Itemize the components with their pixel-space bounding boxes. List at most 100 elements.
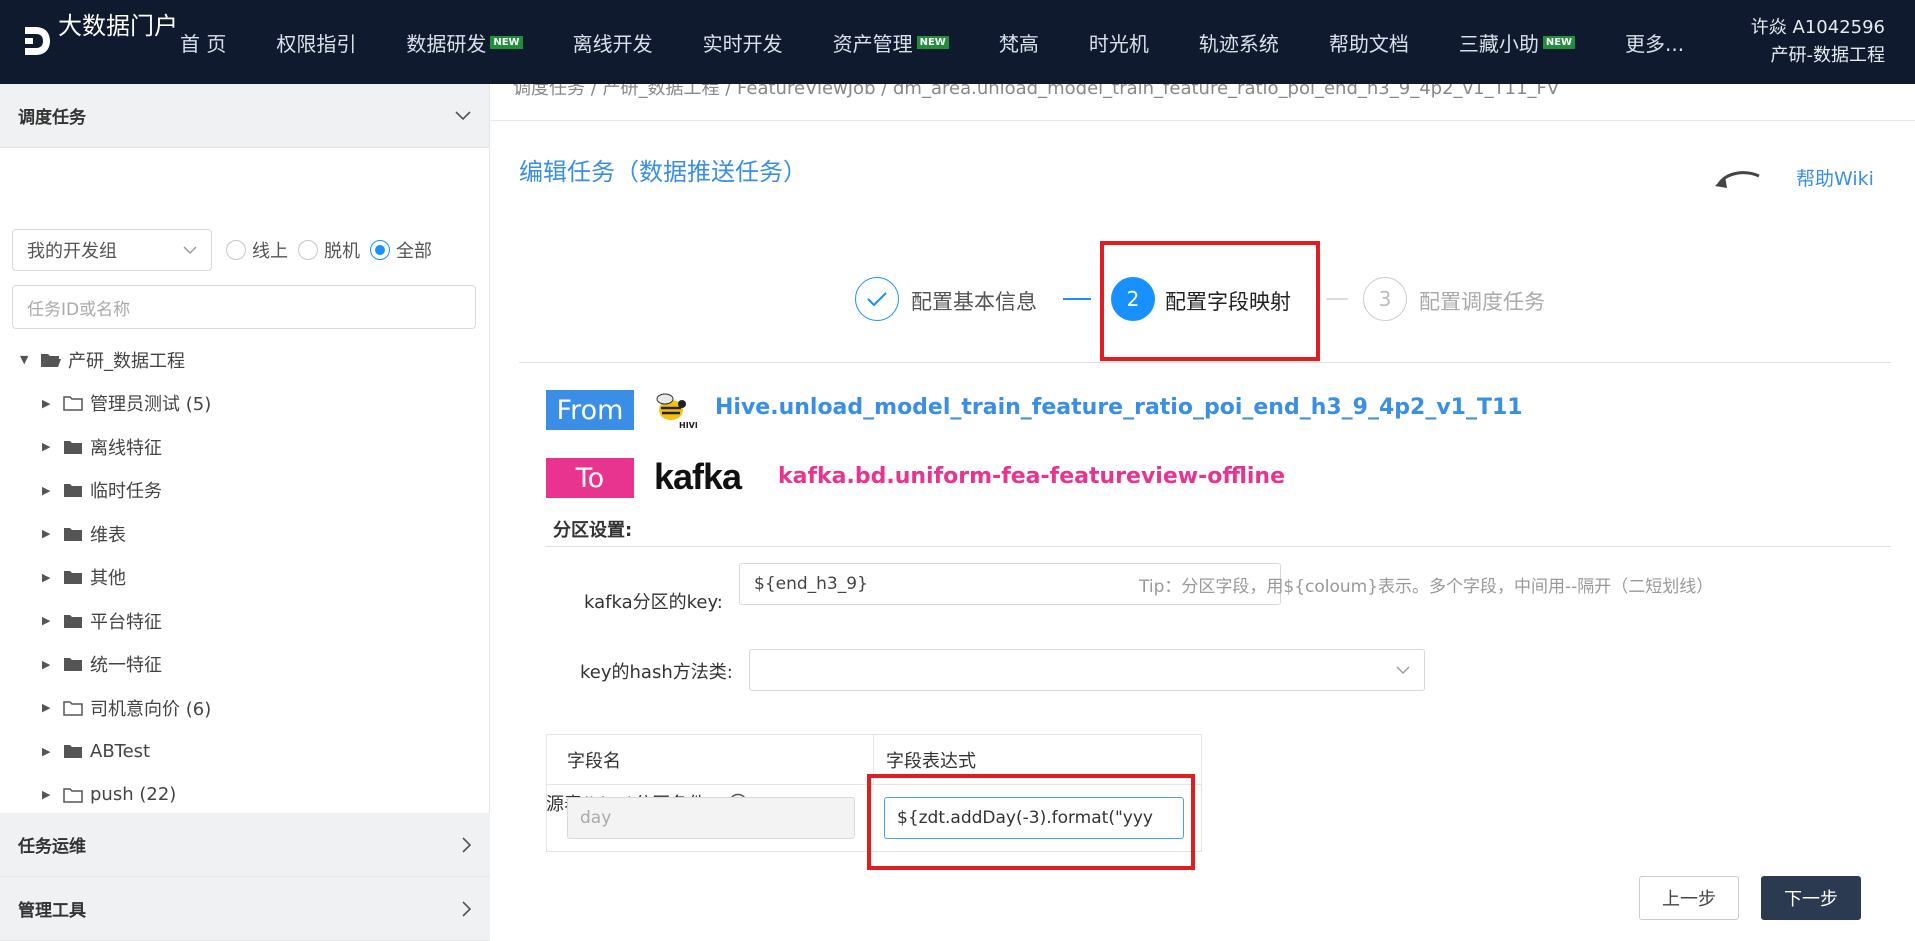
to-badge: To	[546, 458, 634, 498]
step-1-done-icon	[855, 277, 899, 321]
step-connector	[1326, 298, 1348, 300]
tree-item[interactable]: ▶ ABTest	[0, 730, 489, 774]
tree-item-label: ABTest	[90, 740, 151, 762]
caret-right-icon[interactable]: ▶	[42, 658, 56, 671]
next-step-button[interactable]: 下一步	[1761, 876, 1861, 920]
radio-offline[interactable]: 脱机	[298, 237, 360, 263]
tree-item[interactable]: ▶ 临时任务	[0, 469, 489, 513]
group-select[interactable]: 我的开发组	[12, 229, 212, 271]
nav-data-dev[interactable]: 数据研发 NEW	[406, 28, 523, 57]
hive-bee-logo: HIVE	[656, 393, 697, 430]
tree-item-label: 其他	[90, 568, 126, 590]
step-1-label: 配置基本信息	[911, 290, 1037, 314]
nav-fangao[interactable]: 梵高	[999, 28, 1039, 57]
from-badge: From	[546, 390, 634, 430]
tree-item-label: 临时任务	[90, 481, 162, 503]
tree-item[interactable]: ▶ push (22)	[0, 773, 489, 813]
caret-right-icon[interactable]: ▶	[42, 614, 56, 627]
main-nav: 首 页 权限指引 数据研发 NEW 离线开发 实时开发 资产管理 NEW 梵高 时光…	[180, 0, 1734, 84]
radio-all[interactable]: 全部	[370, 237, 432, 263]
nav-realtime-dev[interactable]: 实时开发	[703, 28, 783, 57]
column-header-field-name: 字段名	[547, 735, 874, 785]
tree-item[interactable]: ▶ 平台特征	[0, 599, 489, 643]
chevron-down-icon	[455, 110, 471, 120]
prev-step-button[interactable]: 上一步	[1639, 876, 1739, 920]
panel-header-mgmt-tools[interactable]: 管理工具	[0, 877, 490, 941]
task-tree: ▼ 产研_数据工程 ▶ 管理员测试 (5) ▶ 离线特征 ▶ 临时任务 ▶ 维表 ▶ 其他 ▶ 平台特…	[0, 338, 489, 813]
tree-item[interactable]: ▶ 其他	[0, 556, 489, 600]
folder-outline-icon	[63, 788, 83, 803]
caret-right-icon[interactable]: ▶	[42, 701, 56, 714]
logo-icon	[25, 27, 50, 55]
partition-section-title: 分区设置:	[553, 520, 633, 541]
tree-item-label: 离线特征	[90, 437, 162, 459]
divider	[519, 362, 1891, 363]
nav-time-machine[interactable]: 时光机	[1089, 28, 1149, 57]
radio-button[interactable]	[226, 240, 246, 260]
tree-item[interactable]: ▶ 统一特征	[0, 643, 489, 687]
task-search-input[interactable]: 任务ID或名称	[12, 285, 476, 329]
caret-down-icon[interactable]: ▼	[20, 353, 34, 366]
step-3-label: 配置调度任务	[1419, 290, 1545, 314]
folder-icon	[64, 745, 82, 759]
sidebar: 调度任务 我的开发组 线上 脱机 全部 任务ID或名称 ▼ 产研_数据工程 ▶ 管…	[0, 84, 490, 941]
radio-button-checked[interactable]	[370, 240, 390, 260]
nav-offline-dev[interactable]: 离线开发	[573, 28, 653, 57]
tree-item[interactable]: ▶ 司机意向价 (6)	[0, 686, 489, 730]
tree-root[interactable]: ▼ 产研_数据工程	[0, 338, 489, 382]
chevron-right-icon	[462, 900, 472, 917]
caret-right-icon[interactable]: ▶	[42, 527, 56, 540]
hash-method-label: key的hash方法类:	[580, 662, 733, 683]
caret-right-icon[interactable]: ▶	[42, 745, 56, 758]
user-info[interactable]: 许焱 A1042596 产研-数据工程	[1751, 14, 1885, 70]
target-topic-name[interactable]: kafka.bd.uniform-fea-featureview-offline	[778, 464, 1285, 489]
tree-item[interactable]: ▶ 离线特征	[0, 425, 489, 469]
source-table-name[interactable]: Hive.unload_model_train_feature_ratio_po…	[715, 395, 1523, 420]
radio-button[interactable]	[298, 240, 318, 260]
caret-right-icon[interactable]: ▶	[42, 440, 56, 453]
tree-item-label: 统一特征	[90, 655, 162, 677]
caret-right-icon[interactable]: ▶	[42, 397, 56, 410]
check-icon	[867, 292, 887, 307]
radio-online[interactable]: 线上	[226, 237, 288, 263]
tree-item[interactable]: ▶ 管理员测试 (5)	[0, 382, 489, 426]
nav-help-docs[interactable]: 帮助文档	[1329, 28, 1409, 57]
highlight-box-expression	[867, 774, 1195, 870]
tree-item-label: 司机意向价 (6)	[90, 698, 212, 720]
tree-children: ▶ 管理员测试 (5) ▶ 离线特征 ▶ 临时任务 ▶ 维表 ▶ 其他 ▶ 平台特征 ▶ 统一特征 ▶ 司机意…	[0, 382, 489, 814]
nav-home[interactable]: 首 页	[180, 28, 226, 57]
panel-header-task-ops[interactable]: 任务运维	[0, 813, 490, 877]
caret-right-icon[interactable]: ▶	[42, 484, 56, 497]
panel-header-schedule-tasks[interactable]: 调度任务	[0, 84, 489, 148]
nav-assistant[interactable]: 三藏小助 NEW	[1459, 28, 1576, 57]
folder-icon	[64, 484, 82, 498]
folder-icon	[64, 440, 82, 454]
folder-icon	[64, 658, 82, 672]
folder-icon	[64, 571, 82, 585]
app-name: 大数据门户	[58, 12, 178, 40]
folder-open-icon	[41, 353, 61, 367]
tree-item-label: 管理员测试 (5)	[90, 394, 212, 416]
nav-trajectory[interactable]: 轨迹系统	[1199, 28, 1279, 57]
kafka-key-label: kafka分区的key:	[584, 592, 723, 613]
help-wiki-link[interactable]: 帮助Wiki	[1796, 164, 1874, 191]
tree-item[interactable]: ▶ 维表	[0, 512, 489, 556]
nav-permission-guide[interactable]: 权限指引	[276, 28, 356, 57]
caret-right-icon[interactable]: ▶	[42, 571, 56, 584]
breadcrumb[interactable]: 调度任务 / 产研_数据工程 / FeatureViewJob / dm_are…	[513, 84, 1913, 120]
hash-method-select[interactable]	[749, 649, 1425, 691]
tree-item-label: push (22)	[90, 784, 177, 806]
nav-more[interactable]: 更多...	[1625, 28, 1684, 57]
caret-right-icon[interactable]: ▶	[42, 788, 56, 801]
divider	[546, 546, 1891, 547]
back-arrow-icon[interactable]	[1713, 164, 1763, 194]
page-title: 编辑任务（数据推送任务）	[519, 158, 807, 186]
chevron-down-icon	[183, 246, 197, 254]
nav-asset-mgmt[interactable]: 资产管理 NEW	[833, 28, 949, 57]
highlight-box-step	[1100, 241, 1320, 361]
new-badge: NEW	[490, 35, 523, 49]
app-logo[interactable]: 大数据门户	[20, 10, 178, 74]
main-content: 调度任务 / 产研_数据工程 / FeatureViewJob / dm_are…	[491, 84, 1915, 939]
step-3-circle: 3	[1363, 277, 1407, 321]
chevron-down-icon	[1396, 666, 1410, 674]
